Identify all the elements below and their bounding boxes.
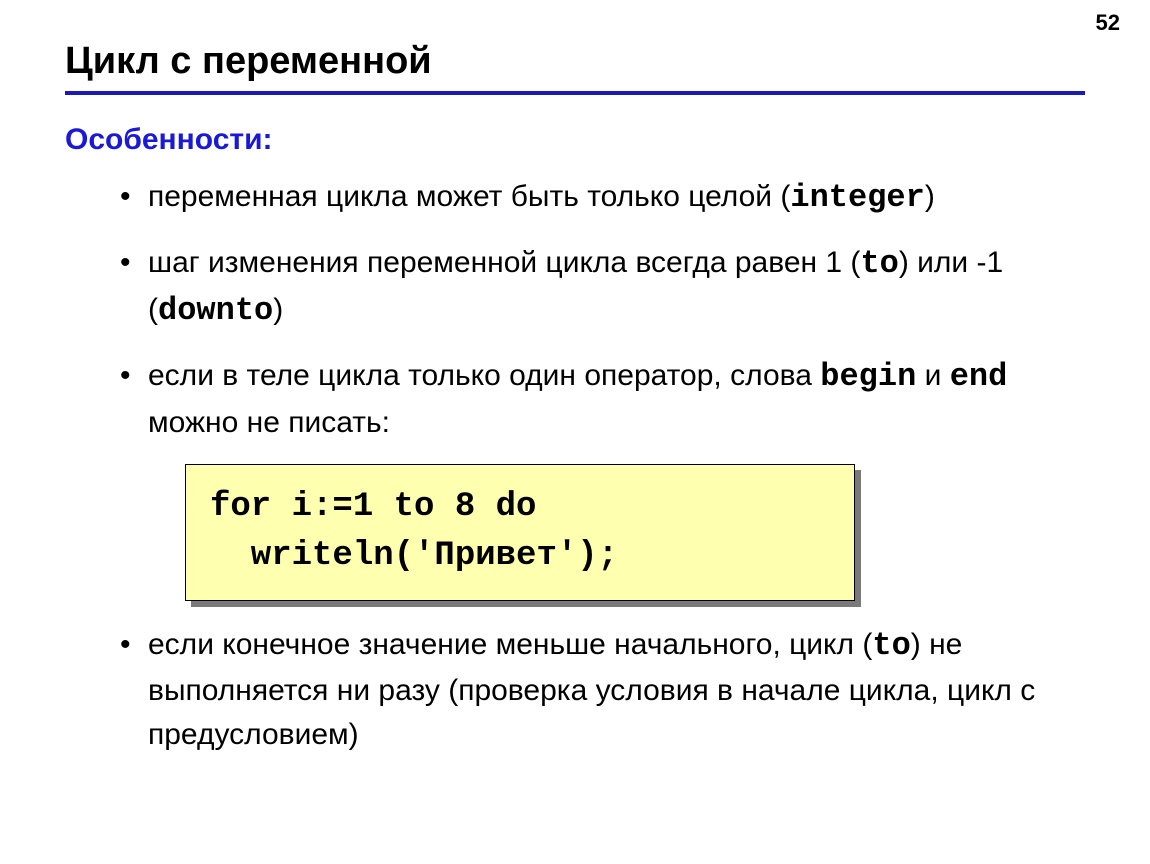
- keyword-to: to: [872, 627, 910, 664]
- keyword-to: to: [860, 245, 898, 282]
- keyword-integer: integer: [790, 179, 924, 216]
- bullet-item: если конечное значение меньше начального…: [120, 623, 1085, 756]
- code-example: for i:=1 to 8 do writeln('Привет');: [185, 464, 855, 601]
- page-number: 52: [1096, 10, 1120, 36]
- slide-title: Цикл с переменной: [65, 40, 1085, 83]
- bullet-text: шаг изменения переменной цикла всегда ра…: [148, 246, 860, 279]
- bullet-item: шаг изменения переменной цикла всегда ра…: [120, 241, 1085, 334]
- bullet-text: ): [925, 180, 935, 213]
- bullet-item: переменная цикла может быть только целой…: [120, 175, 1085, 221]
- bullet-text: переменная цикла может быть только целой…: [148, 180, 790, 213]
- slide: 52 Цикл с переменной Особенности: переме…: [0, 0, 1150, 864]
- bullet-text: можно не писать:: [148, 406, 390, 439]
- keyword-begin: begin: [820, 358, 916, 395]
- bullet-list: переменная цикла может быть только целой…: [65, 175, 1085, 444]
- bullet-text: ): [273, 293, 283, 326]
- bullet-list-continued: если конечное значение меньше начального…: [65, 623, 1085, 756]
- title-underline: [65, 91, 1085, 95]
- bullet-text: и: [916, 359, 949, 392]
- bullet-text: если в теле цикла только один оператор, …: [148, 359, 820, 392]
- bullet-item: если в теле цикла только один оператор, …: [120, 354, 1085, 444]
- keyword-downto: downto: [158, 292, 273, 329]
- bullet-text: если конечное значение меньше начального…: [148, 628, 872, 661]
- keyword-end: end: [950, 358, 1008, 395]
- section-heading: Особенности:: [65, 123, 1085, 157]
